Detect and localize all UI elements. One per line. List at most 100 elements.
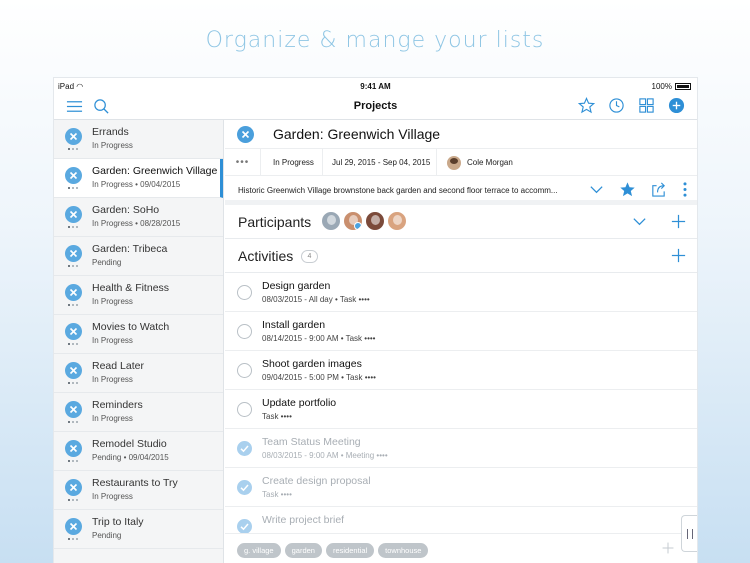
sidebar-item[interactable]: Restaurants to Try In Progress [54,471,223,510]
sidebar-item-label: Garden: Greenwich Village [92,165,218,177]
sidebar-item-label: Read Later [92,360,144,372]
activity-row[interactable]: Install garden 08/14/2015 - 9:00 AM • Tas… [225,312,697,351]
clock-icon[interactable] [608,97,625,114]
activity-checkbox[interactable] [237,285,252,300]
sidebar-item[interactable]: Movies to Watch In Progress [54,315,223,354]
sidebar-item-label: Trip to Italy [92,516,144,528]
activity-title: Install garden [262,319,326,331]
navigation-bar: Projects [54,94,697,120]
date-range-field[interactable]: Jul 29, 2015 - Sep 04, 2015 [323,149,437,176]
priority-dots [68,226,80,229]
sidebar-item-status: In Progress [92,492,133,501]
project-description[interactable]: Historic Greenwich Village brownstone ba… [238,186,558,195]
priority-dots [68,343,80,346]
tag-chip[interactable]: residential [325,543,375,558]
tag-chip[interactable]: garden [284,543,322,558]
sidebar-item[interactable]: Garden: Greenwich Village In Progress • 0… [54,159,223,198]
add-icon[interactable] [668,97,685,114]
drag-handle[interactable] [681,515,697,552]
priority-dots [68,187,80,190]
participants-label: Participants [238,214,312,230]
activity-checkbox[interactable] [237,519,252,534]
avatar[interactable] [343,211,363,231]
add-participant-icon[interactable] [670,213,687,230]
project-meta: ••• In Progress Jul 29, 2015 - Sep 04, 2… [225,148,697,176]
activity-checkbox[interactable] [237,324,252,339]
status-close-icon[interactable] [65,401,82,418]
activity-row[interactable]: Design garden 08/03/2015 - All day • Task… [225,273,697,312]
activity-row[interactable]: Team Status Meeting 08/03/2015 - 9:00 AM … [225,429,697,468]
add-activity-icon[interactable] [670,247,687,264]
star-icon[interactable] [578,97,595,114]
priority-dots [68,499,80,502]
activity-subtitle: 08/03/2015 - 9:00 AM • Meeting •••• [262,451,388,460]
activity-checkbox[interactable] [237,480,252,495]
sidebar-item-label: Reminders [92,399,143,411]
activity-subtitle: 08/14/2015 - 9:00 AM • Task •••• [262,334,376,343]
sidebar-item-status: Pending [92,531,122,540]
owner-field[interactable]: Cole Morgan [437,149,557,176]
avatar[interactable] [365,211,385,231]
activities-label: Activities [238,248,294,264]
avatar[interactable] [321,211,341,231]
activity-title: Team Status Meeting [262,436,361,448]
participant-avatars[interactable] [321,211,407,231]
project-title[interactable]: Garden: Greenwich Village [273,126,440,142]
ipad-screen: iPad ◠ 9:41 AM 100% Projects Errands In … [54,78,697,563]
status-close-icon[interactable] [65,128,82,145]
chevron-down-icon[interactable] [588,181,605,198]
activity-subtitle: 08/03/2015 - All day • Task •••• [262,295,370,304]
sidebar-item-status: In Progress [92,414,133,423]
activity-checkbox[interactable] [237,363,252,378]
sidebar-item[interactable]: Health & Fitness In Progress [54,276,223,315]
participants-section: Participants [225,205,697,239]
sidebar-item[interactable]: Garden: SoHo In Progress • 08/28/2015 [54,198,223,237]
tag-bar: g. village garden residential townhouse [225,533,697,563]
activities-count-badge: 4 [301,250,318,263]
sidebar-item[interactable]: Errands In Progress [54,120,223,159]
priority-dots [68,382,80,385]
activity-row[interactable]: Update portfolio Task •••• [225,390,697,429]
status-close-icon[interactable] [65,323,82,340]
chevron-down-icon[interactable] [631,213,648,230]
status-close-icon[interactable] [65,167,82,184]
add-tag-icon[interactable] [661,541,675,555]
status-close-icon[interactable] [237,126,254,143]
activity-checkbox[interactable] [237,441,252,456]
priority-dots[interactable]: ••• [225,149,261,176]
more-vertical-icon[interactable] [681,181,689,198]
status-close-icon[interactable] [65,479,82,496]
status-close-icon[interactable] [65,518,82,535]
sidebar-item[interactable]: Remodel Studio Pending • 09/04/2015 [54,432,223,471]
share-icon[interactable] [650,181,667,198]
sidebar-item-status: In Progress [92,297,133,306]
sidebar-item-label: Health & Fitness [92,282,170,294]
sidebar-item[interactable]: Garden: Tribeca Pending [54,237,223,276]
activity-row[interactable]: Create design proposal Task •••• [225,468,697,507]
tag-chip[interactable]: g. village [237,543,281,558]
activity-title: Create design proposal [262,475,371,487]
status-field[interactable]: In Progress [261,149,323,176]
sidebar-item-status: In Progress [92,141,133,150]
status-close-icon[interactable] [65,362,82,379]
description-row: Historic Greenwich Village brownstone ba… [225,176,697,205]
sidebar-item[interactable]: Trip to Italy Pending [54,510,223,549]
sidebar-item-label: Remodel Studio [92,438,167,450]
status-close-icon[interactable] [65,206,82,223]
activity-subtitle: Task •••• [262,490,292,499]
clock-time: 9:41 AM [360,82,391,91]
sidebar-item[interactable]: Read Later In Progress [54,354,223,393]
activity-checkbox[interactable] [237,402,252,417]
activity-row[interactable]: Shoot garden images 09/04/2015 - 5:00 PM … [225,351,697,390]
grid-icon[interactable] [638,97,655,114]
avatar[interactable] [387,211,407,231]
favorite-star-icon[interactable] [619,181,636,198]
status-close-icon[interactable] [65,284,82,301]
tag-chip[interactable]: townhouse [378,543,429,558]
activity-title: Shoot garden images [262,358,362,370]
priority-dots [68,304,80,307]
marketing-headline: Organize & mange your lists [205,28,545,53]
status-close-icon[interactable] [65,440,82,457]
status-close-icon[interactable] [65,245,82,262]
sidebar-item[interactable]: Reminders In Progress [54,393,223,432]
